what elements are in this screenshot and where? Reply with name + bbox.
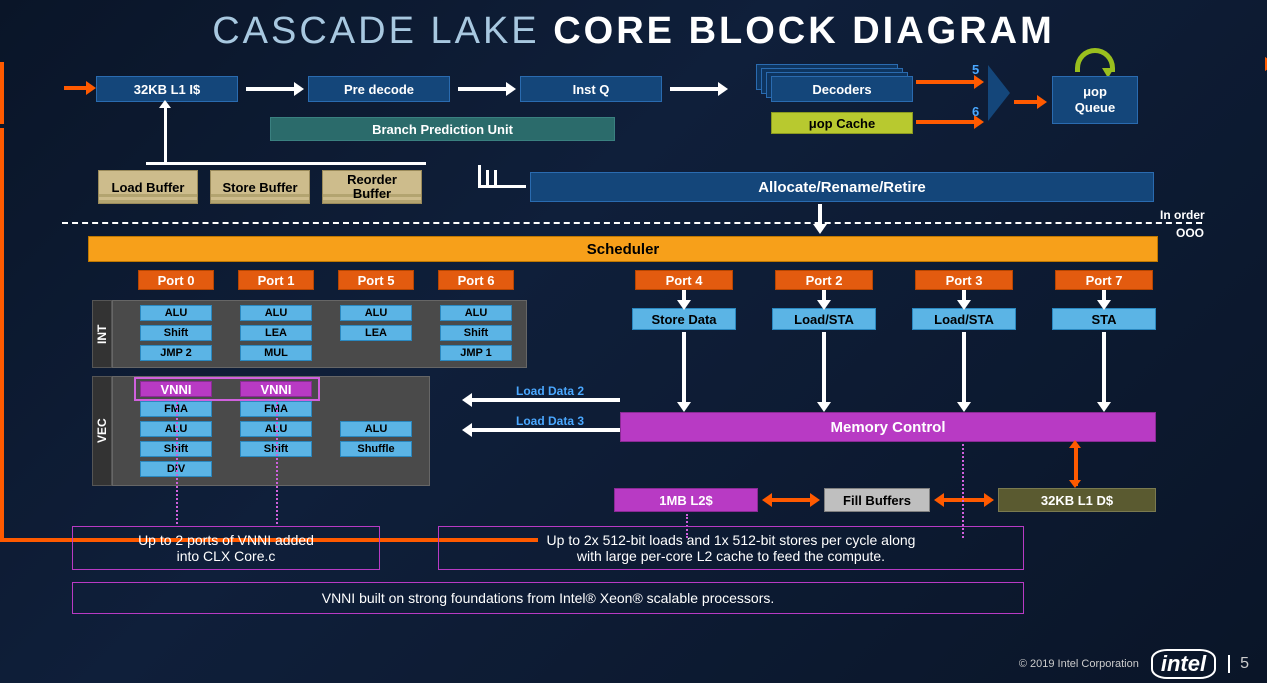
port6: Port 6: [438, 270, 514, 290]
port7: Port 7: [1055, 270, 1153, 290]
load-data-3-label: Load Data 3: [516, 414, 584, 428]
l2-cache: 1MB L2$: [614, 488, 758, 512]
decoder-count: 5: [972, 62, 979, 77]
footer: © 2019 Intel Corporation intel 5: [1019, 649, 1249, 679]
l1-dcache: 32KB L1 D$: [998, 488, 1156, 512]
arrowhead-up: [159, 100, 171, 108]
vec-p1-vnni: VNNI: [240, 381, 312, 397]
arrow-v: [962, 290, 966, 302]
port0: Port 0: [138, 270, 214, 290]
int-p1-mul: MUL: [240, 345, 312, 361]
page-title: CASCADE LAKE CORE BLOCK DIAGRAM: [0, 0, 1267, 57]
arrow-h: [246, 87, 296, 91]
arrow-v: [822, 332, 826, 404]
predecode: Pre decode: [308, 76, 450, 102]
arrow-org: [1014, 100, 1039, 104]
inorder-label: In order: [1160, 208, 1205, 222]
load-sta-2: Load/STA: [772, 308, 876, 330]
intel-logo: intel: [1151, 649, 1216, 679]
vec-p5-shuffle: Shuffle: [340, 441, 412, 457]
port2: Port 2: [775, 270, 873, 290]
sta: STA: [1052, 308, 1156, 330]
ooo-label: OOO: [1176, 226, 1204, 240]
loop-line-v: [0, 128, 4, 538]
allocate-rename-retire: Allocate/Rename/Retire: [530, 172, 1154, 202]
branch-prediction: Branch Prediction Unit: [270, 117, 615, 141]
port3: Port 3: [915, 270, 1013, 290]
arrow-to-l1i: [64, 86, 88, 90]
int-p6-jmp1: JMP 1: [440, 345, 512, 361]
line-bpu: [164, 104, 167, 164]
arrow-h-rev: [470, 398, 620, 402]
uopcache-count: 6: [972, 104, 979, 119]
arrow-v: [682, 332, 686, 404]
vec-p5-alu: ALU: [340, 421, 412, 437]
int-label: INT: [92, 300, 112, 368]
arrow-org: [916, 80, 976, 84]
arrow-v: [1102, 290, 1106, 302]
int-p0-jmp2: JMP 2: [140, 345, 212, 361]
arrow-h-rev: [470, 428, 620, 432]
arrow-h: [670, 87, 720, 91]
arrowhead-up: [1069, 440, 1081, 448]
arrow-org-bi: [942, 498, 986, 502]
int-p5-alu: ALU: [340, 305, 412, 321]
arrow-h: [458, 87, 508, 91]
dotted-line: [176, 402, 178, 524]
page-number: 5: [1228, 655, 1249, 673]
port1: Port 1: [238, 270, 314, 290]
load-data-2-label: Load Data 2: [516, 384, 584, 398]
inst-queue: Inst Q: [520, 76, 662, 102]
int-p0-alu: ALU: [140, 305, 212, 321]
vec-p0-vnni: VNNI: [140, 381, 212, 397]
int-p5-lea: LEA: [340, 325, 412, 341]
arrow-v: [1102, 332, 1106, 404]
line-v: [478, 165, 481, 187]
int-p6-alu: ALU: [440, 305, 512, 321]
mux-trapezoid: [988, 65, 1010, 121]
port4: Port 4: [635, 270, 733, 290]
line-v: [486, 170, 489, 188]
dotted-line: [276, 402, 278, 524]
load-buffer: Load Buffer: [98, 170, 198, 204]
int-p6-shift: Shift: [440, 325, 512, 341]
fill-buffers: Fill Buffers: [824, 488, 930, 512]
store-data: Store Data: [632, 308, 736, 330]
copyright: © 2019 Intel Corporation: [1019, 658, 1139, 670]
arrow-v: [822, 290, 826, 302]
block-diagram: 32KB L1 I$ Pre decode Inst Q Decoders μo…: [0, 62, 1267, 683]
arrow-org-bi: [770, 498, 812, 502]
order-boundary: [62, 222, 1202, 224]
store-buffer: Store Buffer: [210, 170, 310, 204]
vec-label: VEC: [92, 376, 112, 486]
callout-vnni: Up to 2 ports of VNNI added into CLX Cor…: [72, 526, 380, 570]
int-p0-shift: Shift: [140, 325, 212, 341]
title-light: CASCADE LAKE: [212, 10, 553, 52]
title-bold: CORE BLOCK DIAGRAM: [553, 10, 1055, 52]
arrow-v: [962, 332, 966, 404]
port5: Port 5: [338, 270, 414, 290]
arrowhead-down: [1069, 480, 1081, 488]
callout-loads: Up to 2x 512-bit loads and 1x 512-bit st…: [438, 526, 1024, 570]
arrow-org: [916, 120, 976, 124]
dotted-line: [962, 444, 964, 538]
callout-foundation: VNNI built on strong foundations from In…: [72, 582, 1024, 614]
arrow-v: [818, 204, 822, 226]
line-v: [494, 170, 497, 188]
l1-icache: 32KB L1 I$: [96, 76, 238, 102]
arrow-v: [682, 290, 686, 302]
line-h: [146, 162, 426, 165]
memory-control: Memory Control: [620, 412, 1156, 442]
line-org-v: [0, 62, 4, 124]
load-sta-3: Load/STA: [912, 308, 1016, 330]
scheduler: Scheduler: [88, 236, 1158, 262]
int-p1-alu: ALU: [240, 305, 312, 321]
int-p1-lea: LEA: [240, 325, 312, 341]
uop-cache: μop Cache: [771, 112, 913, 134]
uop-queue: μop Queue: [1052, 76, 1138, 124]
reorder-buffer: Reorder Buffer: [322, 170, 422, 204]
decoders: Decoders: [771, 76, 913, 102]
